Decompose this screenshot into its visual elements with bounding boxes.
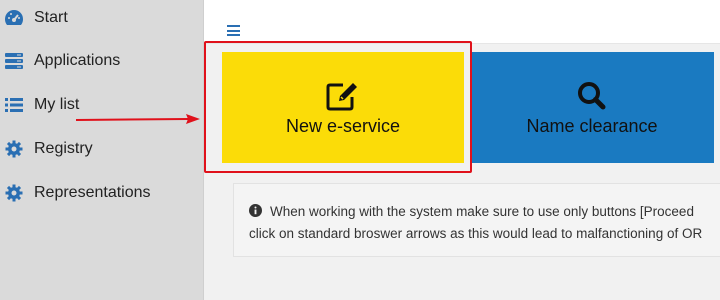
sidebar-item-label: My list	[34, 96, 80, 113]
sidebar-item-label: Registry	[34, 140, 93, 157]
info-icon	[249, 204, 262, 217]
server-icon	[4, 51, 24, 71]
info-panel: When working with the system make sure t…	[233, 183, 720, 257]
sidebar: Start Applications My list Registry Repr…	[0, 0, 203, 300]
info-text: When working with the system make sure t…	[249, 201, 720, 245]
sidebar-item-applications[interactable]: Applications	[0, 41, 203, 81]
dashboard-icon	[4, 8, 24, 28]
top-bar	[204, 0, 720, 44]
tile-label: Name clearance	[526, 116, 658, 136]
info-line-1-text: When working with the system make sure t…	[270, 204, 694, 219]
sidebar-item-label: Representations	[34, 184, 151, 201]
sidebar-item-representations[interactable]: Representations	[0, 173, 203, 213]
sidebar-item-label: Applications	[34, 52, 121, 69]
new-eservice-tile[interactable]: New e-service	[222, 52, 464, 163]
search-icon	[574, 80, 610, 112]
menu-toggle-icon[interactable]	[227, 25, 240, 36]
sidebar-item-label: Start	[34, 9, 68, 26]
name-clearance-tile[interactable]: Name clearance	[470, 52, 714, 163]
annotation-arrow-icon	[76, 114, 200, 124]
info-line-1: When working with the system make sure t…	[249, 201, 720, 223]
gear-icon	[4, 183, 24, 203]
gear-icon	[4, 139, 24, 159]
sidebar-item-start[interactable]: Start	[0, 0, 203, 38]
list-icon	[4, 95, 24, 115]
sidebar-divider	[203, 0, 204, 300]
sidebar-item-registry[interactable]: Registry	[0, 129, 203, 169]
tile-label: New e-service	[285, 116, 401, 136]
info-line-2: click on standard broswer arrows as this…	[249, 226, 703, 241]
edit-icon	[325, 80, 361, 112]
